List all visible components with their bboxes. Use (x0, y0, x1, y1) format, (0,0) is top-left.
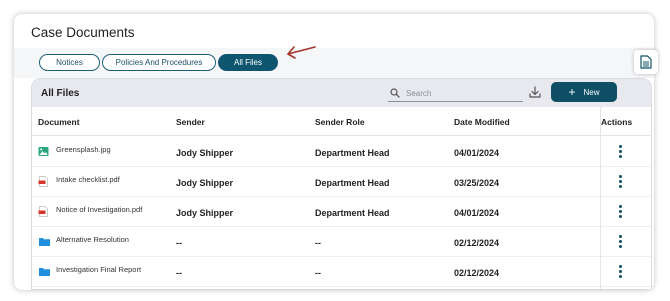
document-name[interactable]: Alternative Resolution (56, 235, 129, 244)
row-actions-menu-icon[interactable] (616, 175, 624, 189)
sender: -- (176, 268, 182, 278)
table-row[interactable]: Alternative Resolution -- -- 02/12/2024 (32, 227, 651, 257)
table-row[interactable]: Intake checklist.pdf Jody Shipper Depart… (32, 167, 651, 197)
date-modified: 04/01/2024 (454, 208, 500, 218)
table-row[interactable]: Investigation Final Report -- -- 02/12/2… (32, 257, 651, 287)
image-file-icon (38, 147, 49, 156)
sender: -- (176, 238, 182, 248)
search-box[interactable] (388, 84, 523, 102)
document-name[interactable]: Intake checklist.pdf (56, 175, 120, 184)
new-button[interactable]: + New (551, 82, 617, 102)
case-documents-card: Case Documents Notices Policies And Proc… (14, 14, 654, 290)
panel-title: All Files (41, 88, 80, 99)
date-modified: 02/12/2024 (454, 268, 500, 278)
actions-column-divider (600, 107, 601, 289)
document-name[interactable]: Investigation Final Report (56, 265, 141, 274)
files-panel: All Files + New Document Sender Se (31, 78, 652, 290)
sender-role: Department Head (315, 148, 390, 158)
date-modified: 04/01/2024 (454, 148, 500, 158)
column-sender-role[interactable]: Sender Role (315, 117, 365, 127)
document-panel-toggle[interactable] (634, 50, 658, 74)
document-name[interactable]: Greensplash.jpg (56, 145, 111, 154)
document-icon (640, 55, 652, 69)
sender-role: -- (315, 268, 321, 278)
column-date-modified[interactable]: Date Modified (454, 117, 510, 127)
pdf-file-icon (38, 206, 48, 217)
folder-icon (39, 238, 50, 246)
sender: Jody Shipper (176, 208, 234, 218)
table-row[interactable]: Greensplash.jpg Jody Shipper Department … (32, 137, 651, 167)
search-input[interactable] (406, 86, 518, 100)
folder-icon (39, 268, 50, 276)
pdf-file-icon (38, 176, 48, 187)
tab-notices[interactable]: Notices (39, 54, 100, 71)
column-sender[interactable]: Sender (176, 117, 205, 127)
page-title: Case Documents (31, 25, 135, 40)
document-name[interactable]: Notice of Investigation.pdf (56, 205, 142, 214)
table-header: Document Sender Sender Role Date Modifie… (32, 107, 651, 136)
download-icon[interactable] (528, 85, 542, 99)
row-actions-menu-icon[interactable] (616, 265, 624, 279)
search-icon (390, 88, 400, 98)
panel-header: All Files + New (32, 79, 651, 107)
row-actions-menu-icon[interactable] (616, 145, 624, 159)
column-document[interactable]: Document (38, 117, 80, 127)
plus-icon: + (568, 85, 576, 99)
date-modified: 02/12/2024 (454, 238, 500, 248)
date-modified: 03/25/2024 (454, 178, 500, 188)
sender-role: Department Head (315, 208, 390, 218)
column-actions: Actions (601, 117, 633, 127)
annotation-arrow-icon (287, 46, 316, 59)
row-actions-menu-icon[interactable] (616, 235, 624, 249)
sender-role: -- (315, 238, 321, 248)
tab-all-files[interactable]: All Files (218, 54, 278, 71)
row-actions-menu-icon[interactable] (616, 205, 624, 219)
sender-role: Department Head (315, 178, 390, 188)
table-row[interactable]: Notice of Investigation.pdf Jody Shipper… (32, 197, 651, 227)
sender: Jody Shipper (176, 148, 234, 158)
new-button-label: New (583, 87, 600, 97)
tab-policies-and-procedures[interactable]: Policies And Procedures (102, 54, 216, 71)
sender: Jody Shipper (176, 178, 234, 188)
